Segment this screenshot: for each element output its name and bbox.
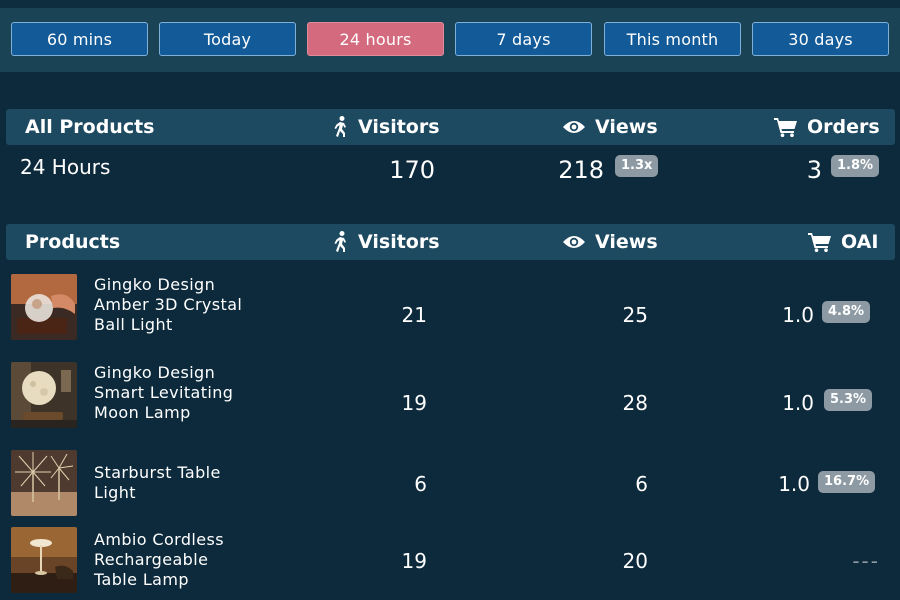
product-name[interactable]: Gingko Design Smart Levitating Moon Lamp: [94, 363, 244, 423]
products-visitors-label: Visitors: [358, 231, 440, 253]
product-views: 25: [622, 303, 648, 327]
summary-views-value: 218: [558, 156, 604, 184]
range-button-24-hours[interactable]: 24 hours: [307, 22, 444, 56]
summary-visitors-value: 170: [389, 156, 435, 184]
table-row[interactable]: Gingko Design Amber 3D Crystal Ball Ligh…: [0, 272, 900, 352]
table-row[interactable]: Gingko Design Smart Levitating Moon Lamp…: [0, 360, 900, 440]
product-oai: ---: [852, 549, 880, 573]
product-views: 28: [622, 391, 648, 415]
product-thumbnail: [11, 362, 77, 428]
summary-visitors-label: Visitors: [358, 116, 440, 138]
product-oai: 1.0: [782, 391, 814, 415]
table-row[interactable]: Ambio Cordless Rechargeable Table Lamp 1…: [0, 526, 900, 600]
product-visitors: 19: [401, 549, 427, 573]
product-visitors: 21: [401, 303, 427, 327]
shopping-cart-icon: [774, 118, 797, 137]
summary-orders-value: 3: [806, 156, 822, 184]
summary-orders-header: Orders: [774, 109, 880, 145]
range-button-7-days[interactable]: 7 days: [455, 22, 592, 56]
summary-views-label: Views: [595, 116, 658, 138]
products-oai-label: OAI: [841, 231, 879, 253]
product-visitors: 6: [414, 472, 427, 496]
summary-header-row: All Products Visitors Views Orders: [6, 109, 895, 145]
product-oai-badge: 4.8%: [822, 301, 871, 323]
product-oai-badge: 16.7%: [818, 471, 876, 493]
walking-person-icon: [334, 116, 346, 137]
eye-icon: [563, 236, 585, 248]
time-range-bar: 60 mins Today 24 hours 7 days This month…: [0, 8, 900, 72]
product-visitors: 19: [401, 391, 427, 415]
products-visitors-header: Visitors: [333, 224, 440, 260]
summary-orders-badge: 1.8%: [831, 155, 880, 177]
summary-row: 24 Hours 170 218 1.3x 3 1.8%: [0, 145, 900, 197]
summary-visitors-header: Visitors: [333, 109, 440, 145]
product-name[interactable]: Starburst Table Light: [94, 463, 244, 503]
product-views: 6: [635, 472, 648, 496]
summary-period-label: 24 Hours: [20, 155, 111, 179]
products-views-label: Views: [595, 231, 658, 253]
shopping-cart-icon: [808, 233, 831, 252]
product-thumbnail: [11, 450, 77, 516]
eye-icon: [563, 121, 585, 133]
summary-orders-label: Orders: [807, 116, 880, 138]
product-oai-badge: 5.3%: [824, 389, 873, 411]
products-views-header: Views: [562, 224, 658, 260]
product-thumbnail: [11, 527, 77, 593]
range-button-60-mins[interactable]: 60 mins: [11, 22, 148, 56]
walking-person-icon: [334, 231, 346, 252]
summary-views-badge: 1.3x: [615, 155, 659, 177]
products-oai-header: OAI: [808, 224, 878, 260]
table-row[interactable]: Starburst Table Light 6 6 1.0 16.7%: [0, 448, 900, 520]
product-name[interactable]: Gingko Design Amber 3D Crystal Ball Ligh…: [94, 275, 244, 335]
products-header-row: Products Visitors Views OAI: [6, 224, 895, 260]
products-title: Products: [25, 231, 121, 253]
product-views: 20: [622, 549, 648, 573]
summary-title: All Products: [25, 116, 155, 138]
summary-views-header: Views: [562, 109, 658, 145]
product-oai: 1.0: [782, 303, 814, 327]
top-band: [0, 0, 900, 8]
product-oai: 1.0: [778, 472, 810, 496]
product-thumbnail: [11, 274, 77, 340]
product-name[interactable]: Ambio Cordless Rechargeable Table Lamp: [94, 530, 244, 590]
range-button-30-days[interactable]: 30 days: [752, 22, 889, 56]
range-button-this-month[interactable]: This month: [604, 22, 741, 56]
range-button-today[interactable]: Today: [159, 22, 296, 56]
